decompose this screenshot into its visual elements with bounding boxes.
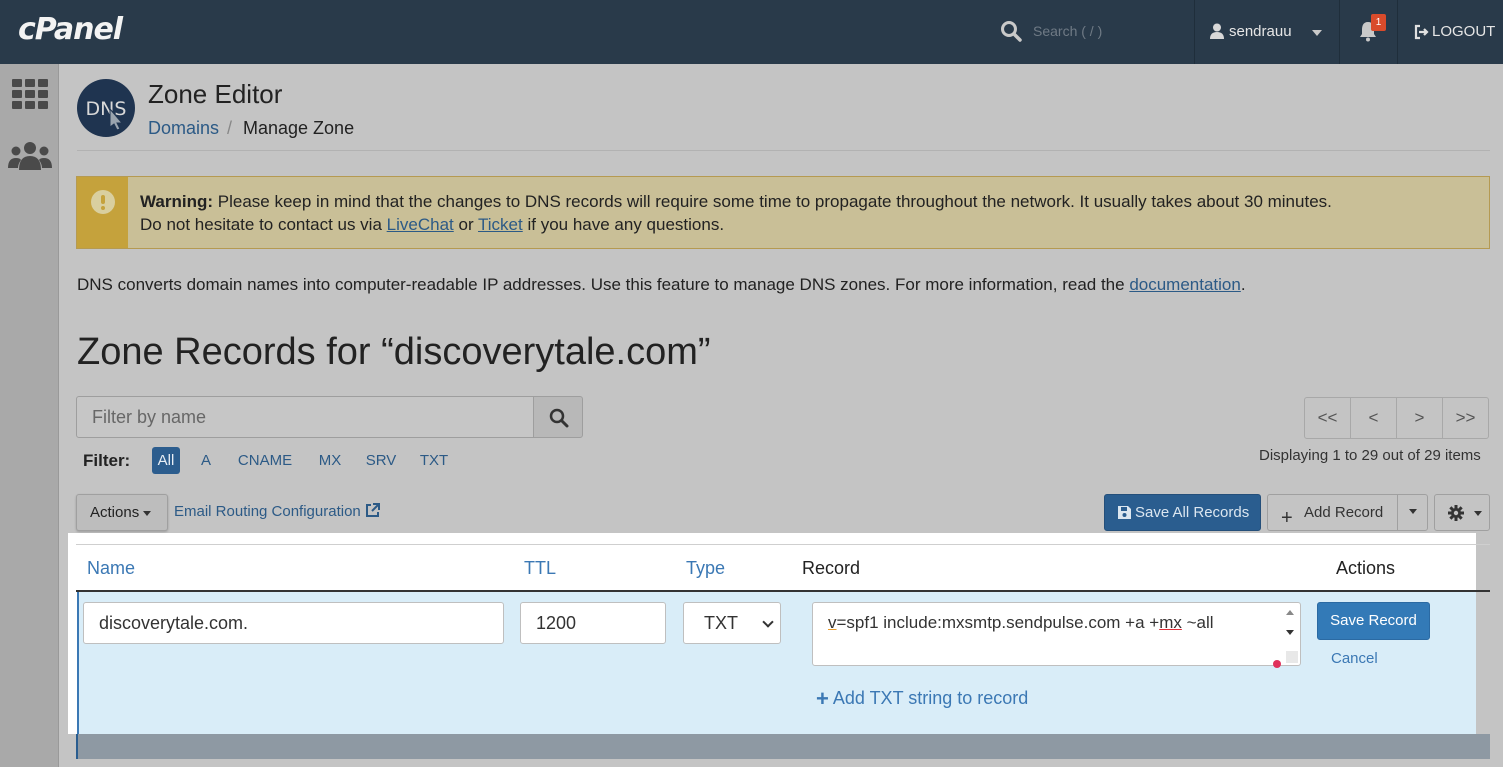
description-end: . — [1240, 275, 1246, 294]
add-record-label: Add Record — [1304, 504, 1384, 521]
add-txt-string-link[interactable]: + Add TXT string to record — [816, 686, 1028, 712]
record-type-select[interactable]: TXT — [683, 602, 781, 644]
plus-icon: + — [1281, 507, 1293, 529]
column-header-ttl[interactable]: TTL — [524, 558, 556, 579]
breadcrumb-domains-link[interactable]: Domains — [148, 118, 219, 139]
users-icon[interactable] — [8, 140, 52, 172]
record-type-value: TXT — [704, 613, 738, 633]
breadcrumb-separator: / — [227, 118, 233, 138]
livechat-link[interactable]: LiveChat — [387, 215, 454, 234]
divider — [1397, 0, 1398, 64]
divider — [1194, 0, 1195, 64]
filter-cname[interactable]: CNAME — [233, 447, 297, 474]
filter-mx[interactable]: MX — [313, 447, 347, 474]
save-all-label: Save All Records — [1135, 504, 1250, 521]
table-row-edit: discoverytale.com. 1200 TXT v=spf1 inclu… — [77, 592, 1476, 734]
page-first-button[interactable]: << — [1305, 398, 1351, 438]
page-prev-button[interactable]: < — [1351, 398, 1397, 438]
description-text: DNS converts domain names into computer-… — [77, 275, 1130, 294]
filter-search-button[interactable] — [533, 396, 583, 438]
filter-a[interactable]: A — [196, 447, 216, 474]
zone-records-table: Name TTL Type Record Actions discoveryta… — [68, 533, 1490, 734]
cpanel-logo[interactable]: cPanel — [18, 12, 123, 47]
warning-text-3: or — [453, 215, 479, 234]
ticket-link[interactable]: Ticket — [478, 215, 523, 234]
top-bar: cPanel Search ( / ) sendrauu 1 LOGOUT — [0, 0, 1503, 64]
divider — [76, 544, 1490, 545]
pagination: << < > >> — [1304, 397, 1489, 439]
logout-button[interactable]: LOGOUT — [1432, 23, 1495, 40]
logout-icon[interactable] — [1413, 24, 1429, 40]
page-title: Zone Editor — [148, 79, 283, 109]
warning-text-4: if you have any questions. — [522, 215, 725, 234]
scroll-up-arrow[interactable] — [1286, 610, 1294, 615]
filter-label: Filter: — [83, 451, 131, 470]
warning-icon-strip — [77, 177, 128, 248]
spellcheck-indicator — [1273, 660, 1281, 668]
exclamation-icon — [91, 190, 115, 214]
column-header-actions: Actions — [1336, 558, 1396, 578]
scroll-down-arrow[interactable] — [1286, 630, 1294, 635]
breadcrumb-current: Manage Zone — [243, 118, 355, 138]
cancel-link[interactable]: Cancel — [1331, 650, 1378, 667]
filter-all[interactable]: All — [152, 447, 180, 474]
warning-label: Warning: — [140, 192, 214, 211]
column-header-name[interactable]: Name — [87, 558, 135, 579]
record-text-end: ~all — [1181, 613, 1214, 632]
actions-label: Actions — [90, 504, 140, 521]
record-text-mid: =spf1 include:mxsmtp.sendpulse.com +a + — [836, 613, 1160, 632]
gear-icon — [1448, 505, 1464, 521]
column-header-type[interactable]: Type — [686, 558, 725, 579]
record-ttl-input[interactable]: 1200 — [520, 602, 666, 644]
record-text-v: v — [828, 613, 837, 632]
search-icon — [549, 408, 569, 428]
record-name-input[interactable]: discoverytale.com. — [83, 602, 504, 644]
actions-dropdown-button[interactable]: Actions — [76, 494, 168, 531]
resize-handle[interactable] — [1286, 651, 1298, 663]
add-txt-label: Add TXT string to record — [832, 688, 1029, 708]
dns-logo-icon: DNS — [77, 79, 135, 137]
column-header-record: Record — [802, 558, 861, 578]
svg-text:DNS: DNS — [86, 98, 127, 120]
caret-down-icon — [1408, 509, 1417, 515]
table-overflow — [77, 734, 1490, 759]
filter-txt[interactable]: TXT — [417, 447, 451, 474]
email-routing-label: Email Routing Configuration — [174, 503, 361, 520]
filter-srv[interactable]: SRV — [363, 447, 399, 474]
save-record-button[interactable]: Save Record — [1317, 602, 1430, 640]
row-edge — [76, 734, 78, 759]
page-next-button[interactable]: > — [1397, 398, 1443, 438]
plus-icon: + — [816, 686, 829, 711]
caret-down-icon — [143, 510, 152, 516]
notification-badge: 1 — [1371, 14, 1386, 31]
email-routing-link[interactable]: Email Routing Configuration — [174, 503, 380, 520]
user-menu[interactable]: sendrauu — [1229, 23, 1292, 40]
description: DNS converts domain names into computer-… — [77, 275, 1246, 295]
chevron-down-icon[interactable] — [1312, 30, 1322, 36]
filter-by-name-input[interactable] — [76, 396, 534, 438]
display-count: Displaying 1 to 29 out of 29 items — [1259, 447, 1481, 464]
search-icon[interactable] — [1000, 20, 1022, 42]
caret-down-icon — [1474, 511, 1482, 516]
add-record-dropdown-button[interactable] — [1397, 494, 1428, 531]
divider — [77, 150, 1490, 151]
save-icon — [1118, 506, 1131, 519]
documentation-link[interactable]: documentation — [1129, 275, 1241, 294]
external-link-icon — [365, 503, 380, 517]
settings-dropdown-button[interactable] — [1434, 494, 1490, 531]
warning-text-2: Do not hesitate to contact us via — [140, 215, 387, 234]
record-text-mx: mx — [1159, 613, 1182, 632]
save-all-records-button[interactable]: Save All Records — [1104, 494, 1261, 531]
record-value-textarea[interactable]: v=spf1 include:mxsmtp.sendpulse.com +a +… — [812, 602, 1301, 666]
search-input[interactable]: Search ( / ) — [1033, 23, 1102, 39]
user-icon[interactable] — [1210, 23, 1224, 39]
page-last-button[interactable]: >> — [1443, 398, 1488, 438]
chevron-down-icon — [762, 616, 774, 628]
zone-records-title: Zone Records for “discoverytale.com” — [77, 331, 711, 373]
add-record-button[interactable]: + Add Record — [1267, 494, 1398, 531]
warning-text: Please keep in mind that the changes to … — [213, 192, 1332, 211]
apps-grid-icon[interactable] — [12, 79, 48, 109]
warning-alert: Warning: Please keep in mind that the ch… — [76, 176, 1490, 249]
divider — [1339, 0, 1340, 64]
